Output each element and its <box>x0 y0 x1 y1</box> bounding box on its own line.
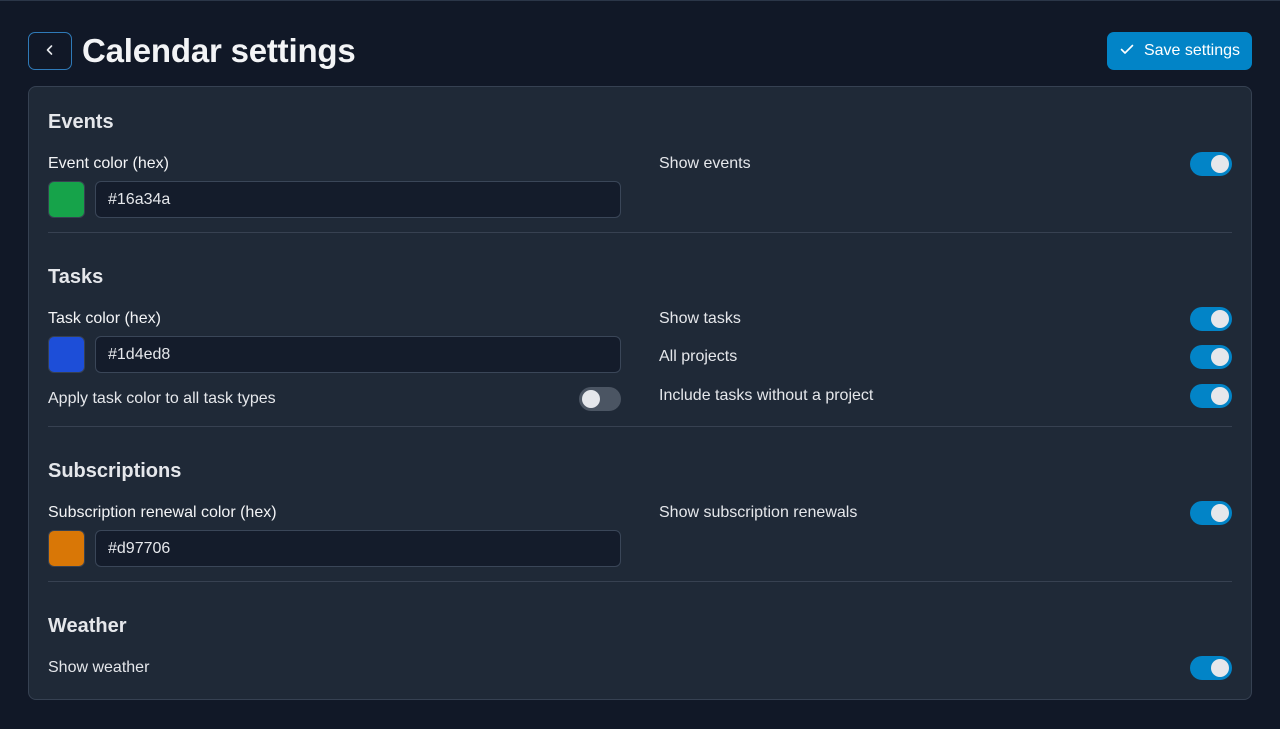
show-events-toggle[interactable] <box>1190 152 1232 176</box>
save-settings-label: Save settings <box>1143 42 1240 59</box>
include-no-project-toggle[interactable] <box>1190 384 1232 408</box>
all-projects-toggle[interactable] <box>1190 345 1232 369</box>
subscription-color-input[interactable] <box>95 530 621 567</box>
event-color-row <box>48 181 621 218</box>
apply-task-color-toggle[interactable] <box>579 387 621 411</box>
chevron-left-icon <box>44 44 56 59</box>
include-no-project-label: Include tasks without a project <box>659 387 874 404</box>
toggle-knob <box>1211 155 1229 173</box>
event-color-input[interactable] <box>95 181 621 218</box>
task-color-swatch[interactable] <box>48 336 85 373</box>
task-color-input[interactable] <box>95 336 621 373</box>
divider <box>48 232 1232 233</box>
events-section: Events Event color (hex) Show events <box>48 111 1232 231</box>
show-tasks-toggle[interactable] <box>1190 307 1232 331</box>
toggle-knob <box>1211 659 1229 677</box>
event-color-label: Event color (hex) <box>48 155 169 172</box>
subscription-color-swatch[interactable] <box>48 530 85 567</box>
toggle-knob <box>1211 310 1229 328</box>
check-icon <box>1119 41 1135 62</box>
show-subscriptions-row: Show subscription renewals <box>659 501 1232 525</box>
show-weather-label: Show weather <box>48 659 150 676</box>
back-button[interactable] <box>28 32 72 70</box>
tasks-title: Tasks <box>48 266 104 288</box>
subscription-color-row <box>48 530 621 567</box>
show-events-row: Show events <box>659 152 1232 176</box>
events-title: Events <box>48 111 114 133</box>
subscriptions-title: Subscriptions <box>48 460 182 482</box>
divider <box>48 426 1232 427</box>
save-settings-button[interactable]: Save settings <box>1106 32 1252 70</box>
divider <box>48 581 1232 582</box>
all-projects-label: All projects <box>659 348 738 365</box>
settings-panel: Events Event color (hex) Show events Tas… <box>28 86 1252 700</box>
weather-section: Weather Show weather <box>48 615 1232 685</box>
subscriptions-section: Subscriptions Subscription renewal color… <box>48 460 1232 580</box>
task-color-row <box>48 336 621 373</box>
page-header: Calendar settings Save settings <box>28 31 1252 71</box>
apply-task-color-row: Apply task color to all task types <box>48 387 621 411</box>
show-weather-toggle[interactable] <box>1190 656 1232 680</box>
include-no-project-row: Include tasks without a project <box>659 384 1232 408</box>
apply-task-color-label: Apply task color to all task types <box>48 390 276 407</box>
task-color-label: Task color (hex) <box>48 310 161 327</box>
tasks-section: Tasks Task color (hex) Apply task color … <box>48 266 1232 416</box>
show-tasks-label: Show tasks <box>659 310 741 327</box>
toggle-knob <box>1211 387 1229 405</box>
weather-title: Weather <box>48 615 127 637</box>
toggle-knob <box>1211 348 1229 366</box>
show-subscriptions-label: Show subscription renewals <box>659 504 858 521</box>
subscription-color-label: Subscription renewal color (hex) <box>48 504 277 521</box>
event-color-swatch[interactable] <box>48 181 85 218</box>
toggle-knob <box>582 390 600 408</box>
show-events-label: Show events <box>659 155 751 172</box>
page-title: Calendar settings <box>82 32 356 69</box>
show-weather-row: Show weather <box>48 656 1232 680</box>
show-tasks-row: Show tasks <box>659 307 1232 331</box>
all-projects-row: All projects <box>659 345 1232 369</box>
show-subscriptions-toggle[interactable] <box>1190 501 1232 525</box>
toggle-knob <box>1211 504 1229 522</box>
